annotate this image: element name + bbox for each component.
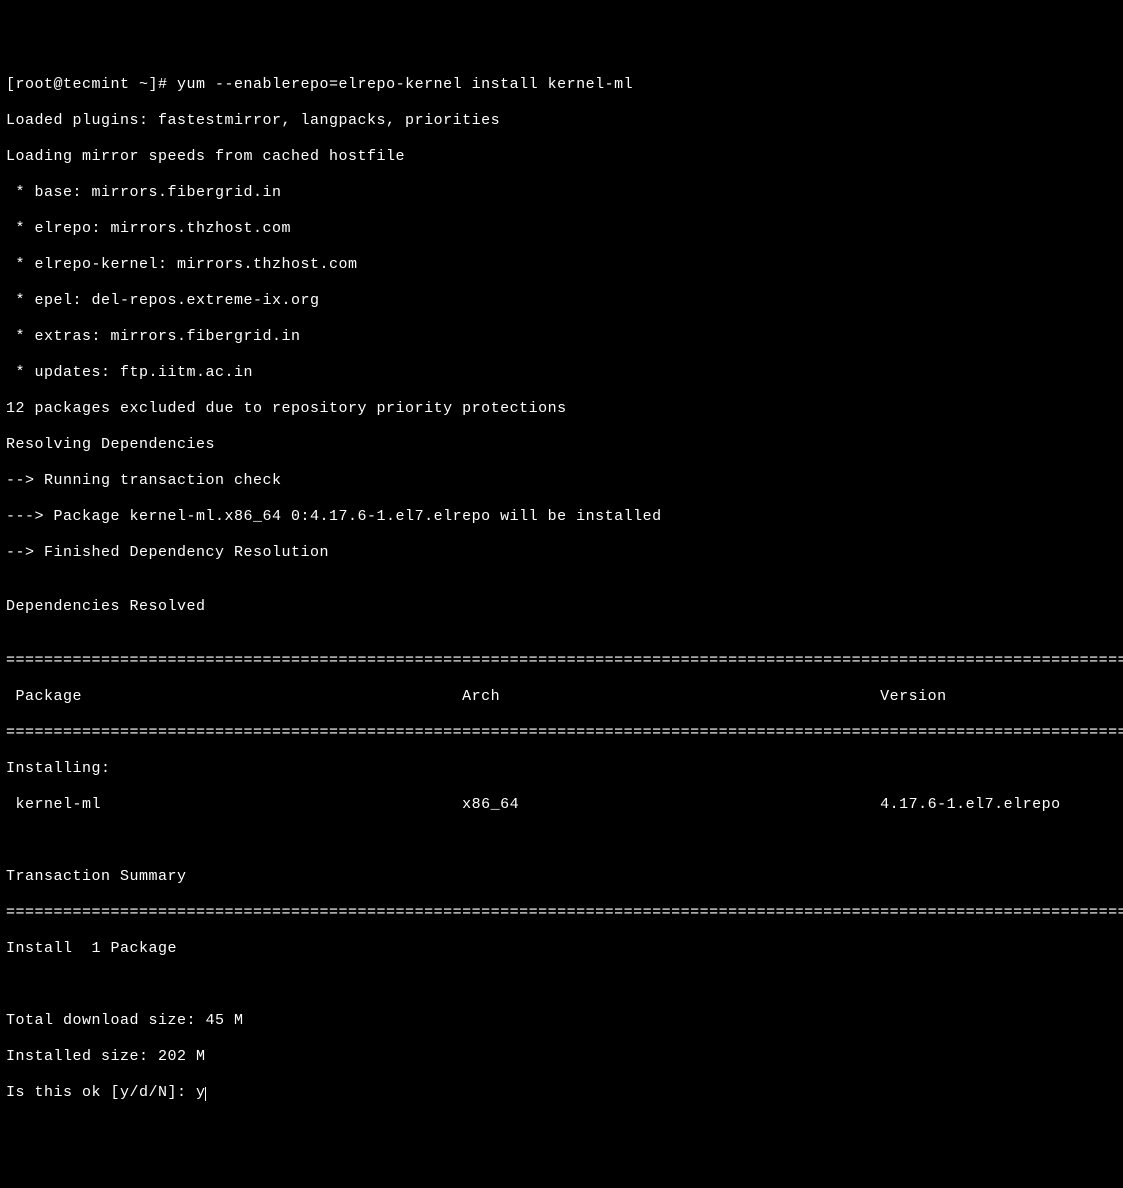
blank-line bbox=[6, 832, 1117, 850]
header-package: Package bbox=[6, 688, 82, 705]
package-arch: x86_64 bbox=[462, 796, 519, 813]
output-line: --> Finished Dependency Resolution bbox=[6, 544, 1117, 562]
table-divider: ========================================… bbox=[6, 904, 1117, 922]
table-divider: ========================================… bbox=[6, 652, 1117, 670]
header-arch: Arch bbox=[462, 688, 500, 705]
output-line: * base: mirrors.fibergrid.in bbox=[6, 184, 1117, 202]
output-line: 12 packages excluded due to repository p… bbox=[6, 400, 1117, 418]
install-summary: Install 1 Package bbox=[6, 940, 1117, 958]
installed-size: Installed size: 202 M bbox=[6, 1048, 1117, 1066]
package-version: 4.17.6-1.el7.elrepo bbox=[880, 796, 1061, 813]
table-header: Package Arch Version bbox=[6, 688, 1117, 706]
package-name: kernel-ml bbox=[6, 796, 101, 813]
output-line: ---> Package kernel-ml.x86_64 0:4.17.6-1… bbox=[6, 508, 1117, 526]
output-line: Loading mirror speeds from cached hostfi… bbox=[6, 148, 1117, 166]
header-version: Version bbox=[880, 688, 947, 705]
blank-line bbox=[6, 976, 1117, 994]
shell-prompt: [root@tecmint ~]# bbox=[6, 76, 177, 93]
output-line: Dependencies Resolved bbox=[6, 598, 1117, 616]
command-line: [root@tecmint ~]# yum --enablerepo=elrep… bbox=[6, 76, 1117, 94]
output-line: Resolving Dependencies bbox=[6, 436, 1117, 454]
transaction-summary-label: Transaction Summary bbox=[6, 868, 1117, 886]
output-line: * elrepo: mirrors.thzhost.com bbox=[6, 220, 1117, 238]
output-line: * elrepo-kernel: mirrors.thzhost.com bbox=[6, 256, 1117, 274]
output-line: --> Running transaction check bbox=[6, 472, 1117, 490]
output-line: Loaded plugins: fastestmirror, langpacks… bbox=[6, 112, 1117, 130]
download-size: Total download size: 45 M bbox=[6, 1012, 1117, 1030]
package-row: kernel-ml x86_64 4.17.6-1.el7.elrepo bbox=[6, 796, 1117, 814]
installing-label: Installing: bbox=[6, 760, 1117, 778]
output-line: * extras: mirrors.fibergrid.in bbox=[6, 328, 1117, 346]
table-divider: ========================================… bbox=[6, 724, 1117, 742]
output-line: * epel: del-repos.extreme-ix.org bbox=[6, 292, 1117, 310]
cursor bbox=[205, 1087, 206, 1101]
output-line: * updates: ftp.iitm.ac.in bbox=[6, 364, 1117, 382]
confirm-line[interactable]: Is this ok [y/d/N]: y bbox=[6, 1084, 1117, 1102]
confirm-prompt: Is this ok [y/d/N]: bbox=[6, 1084, 196, 1101]
command-text: yum --enablerepo=elrepo-kernel install k… bbox=[177, 76, 633, 93]
